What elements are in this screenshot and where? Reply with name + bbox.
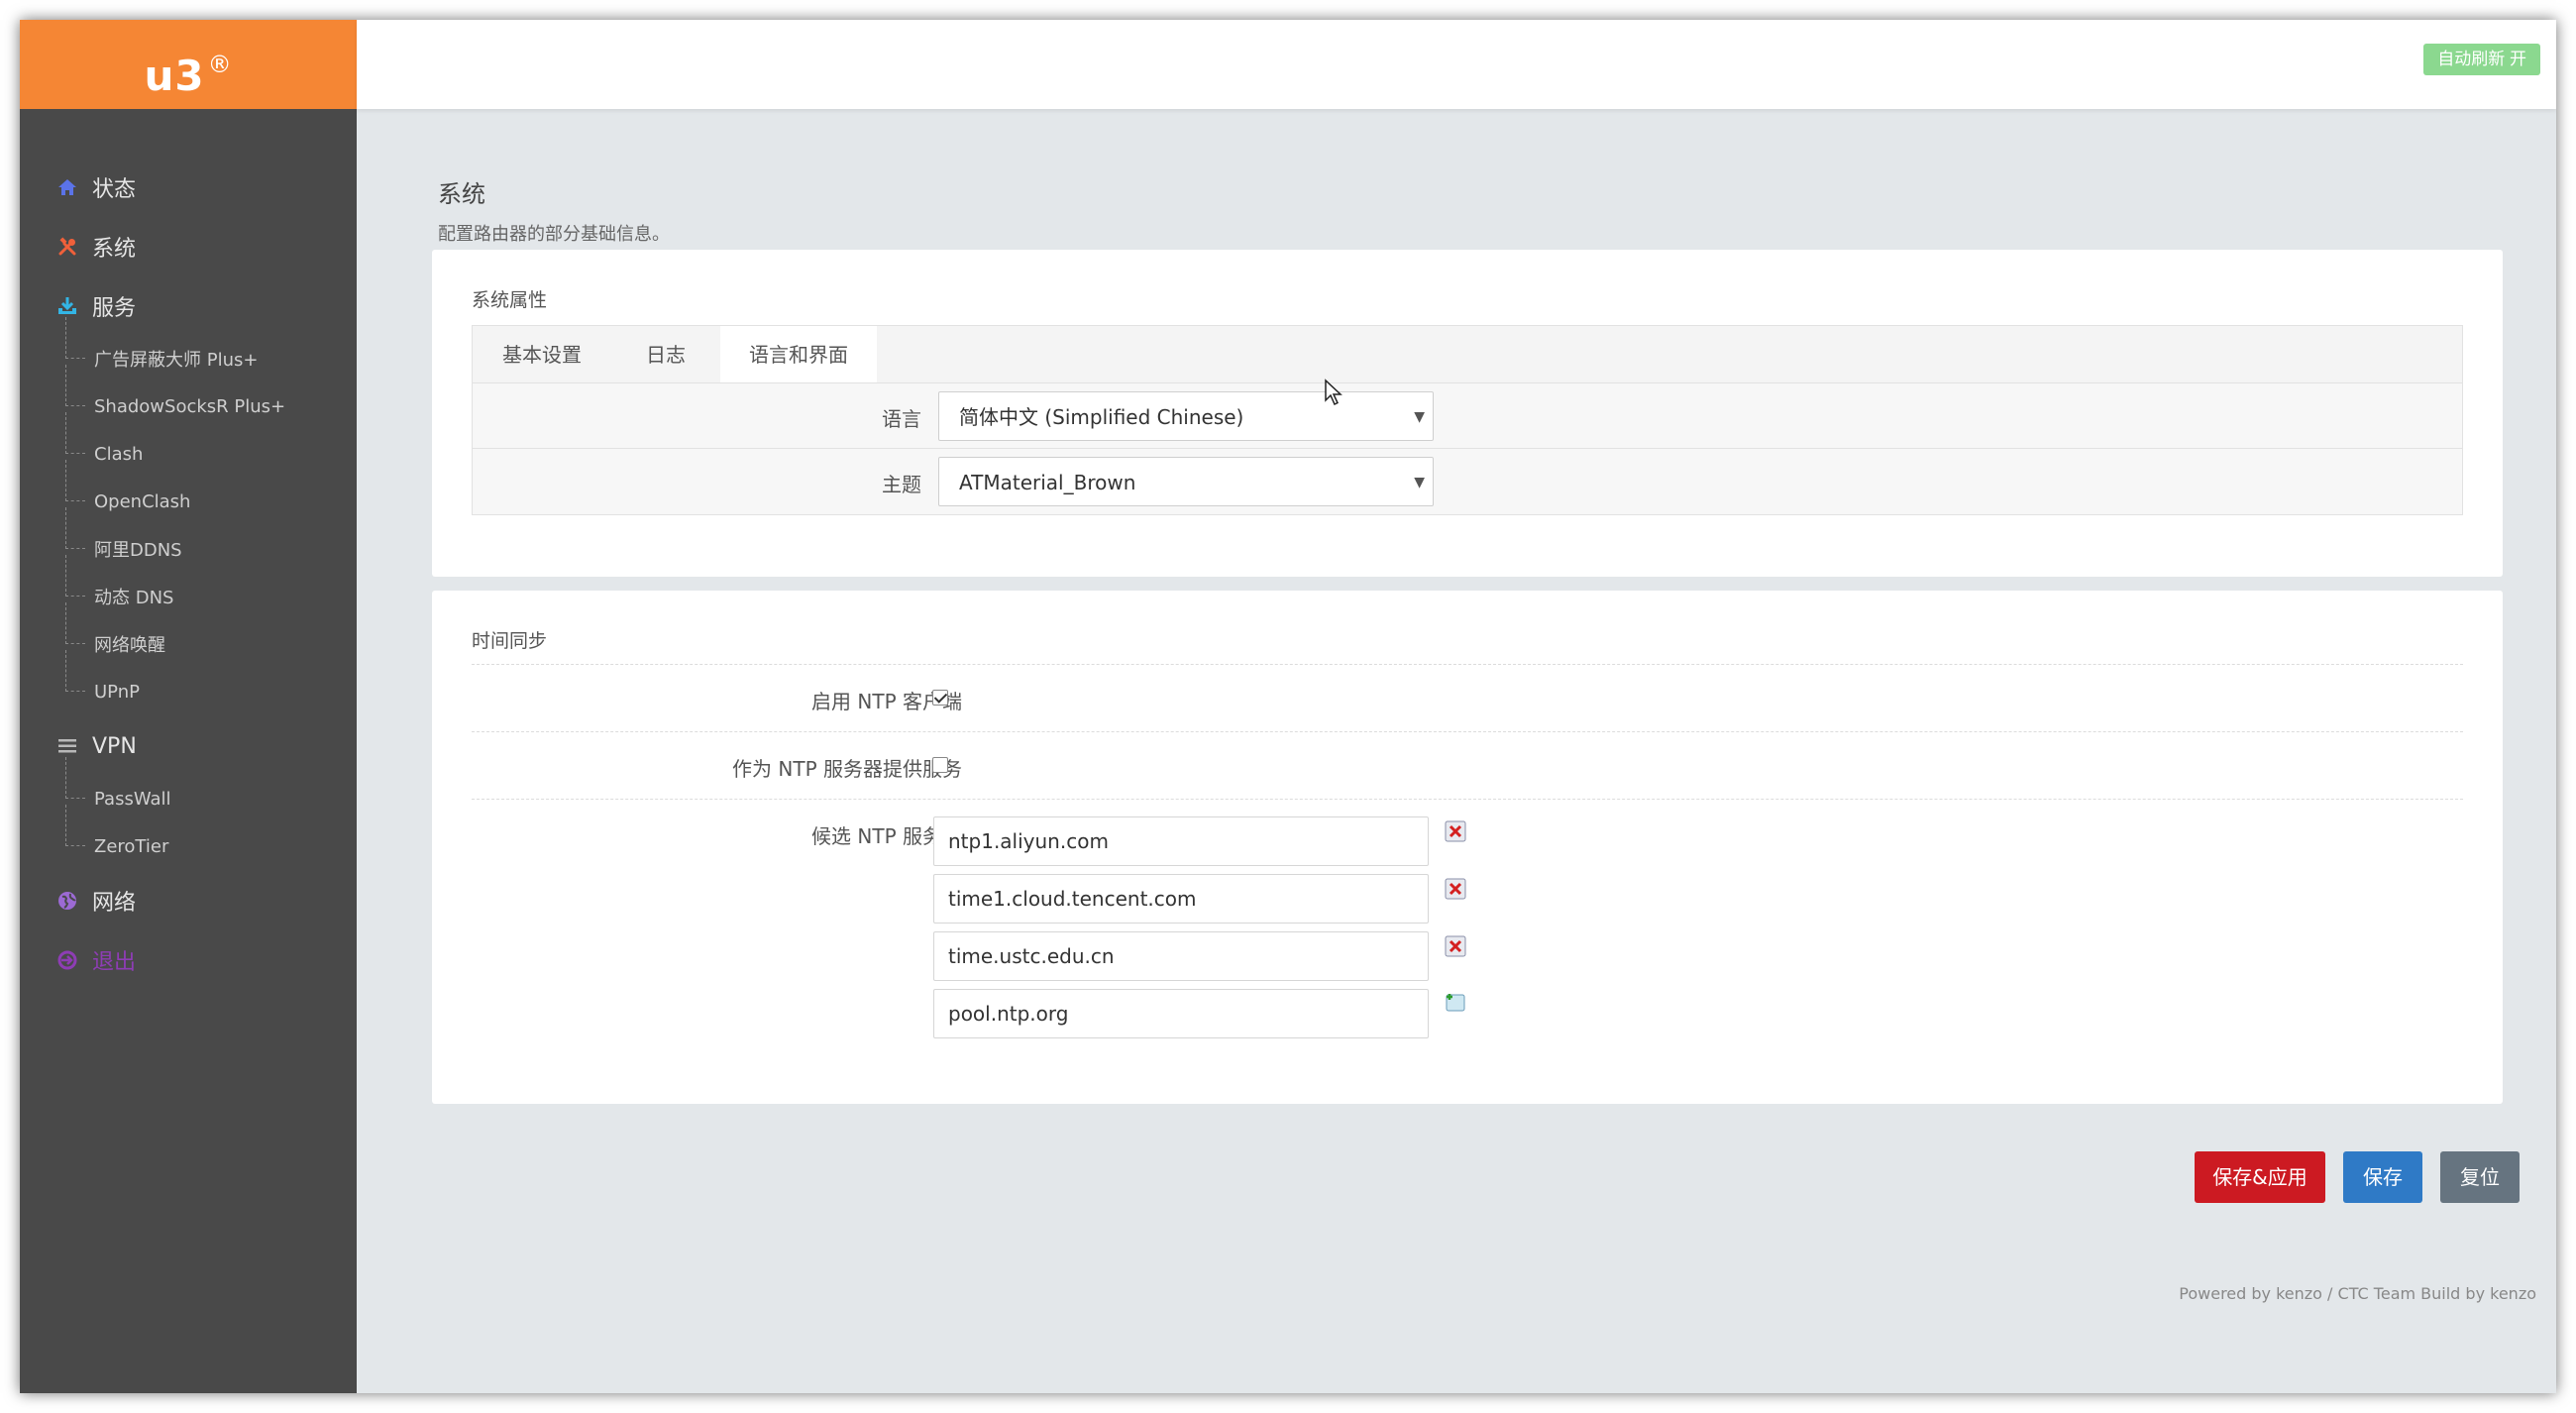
- sidebar-item-label: 系统: [92, 237, 137, 262]
- reset-button[interactable]: 复位: [2440, 1151, 2520, 1203]
- top-bar: 自动刷新 开: [357, 20, 2556, 109]
- tree-line: [65, 412, 85, 454]
- sidebar-subitem-label: ZeroTier: [94, 835, 169, 857]
- theme-row: 主题 ATMaterial_Brown ▼: [472, 448, 2463, 515]
- tab-basic-settings[interactable]: 基本设置: [473, 326, 611, 383]
- sidebar-item-label: 退出: [92, 950, 137, 975]
- divider: [472, 664, 2463, 665]
- language-row: 语言 简体中文 (Simplified Chinese) ▼: [472, 382, 2463, 449]
- add-icon[interactable]: [1445, 991, 1466, 1013]
- tree-line: [65, 805, 85, 846]
- page-description: 配置路由器的部分基础信息。: [438, 224, 670, 245]
- sidebar-item-system[interactable]: 系统: [20, 224, 357, 270]
- footer-credits: Powered by kenzo / CTC Team Build by ken…: [2179, 1284, 2536, 1303]
- time-sync-legend: 时间同步: [472, 630, 548, 652]
- remove-icon[interactable]: [1445, 878, 1466, 900]
- sidebar-subitem-label: ShadowSocksR Plus+: [94, 395, 286, 417]
- sidebar-subitem-label: 阿里DDNS: [94, 540, 182, 561]
- list-icon: [58, 739, 76, 753]
- main-content: 系统 配置路由器的部分基础信息。 系统属性 基本设置 日志 语言和界面 语言 简…: [357, 109, 2556, 1393]
- chevron-down-icon: ▼: [1414, 475, 1425, 490]
- sidebar-subitem-upnp[interactable]: UPnP: [20, 650, 357, 711]
- tools-icon: [58, 237, 76, 256]
- theme-selected-value: ATMaterial_Brown: [959, 471, 1136, 494]
- sidebar-subitem-label: OpenClash: [94, 490, 191, 512]
- remove-icon[interactable]: [1445, 820, 1466, 842]
- divider: [472, 799, 2463, 800]
- sidebar-subitem-label: UPnP: [94, 681, 140, 703]
- theme-label: 主题: [882, 473, 921, 496]
- tree-line: [65, 507, 85, 549]
- sidebar-subitem-label: 广告屏蔽大师 Plus+: [94, 350, 259, 371]
- system-properties-panel: 系统属性 基本设置 日志 语言和界面 语言 简体中文 (Simplified C…: [432, 250, 2503, 577]
- tree-line: [65, 317, 85, 359]
- sidebar-item-network[interactable]: 网络: [20, 878, 357, 924]
- sidebar-item-status[interactable]: 状态: [20, 164, 357, 210]
- save-button[interactable]: 保存: [2343, 1151, 2422, 1203]
- mouse-cursor-icon: [1325, 379, 1342, 406]
- ntp-server-input[interactable]: [933, 874, 1429, 924]
- theme-select[interactable]: ATMaterial_Brown ▼: [938, 457, 1434, 506]
- sidebar-subitem-zerotier[interactable]: ZeroTier: [20, 805, 357, 866]
- browser-window: u3 ® 状态 系统 服务 广告屏蔽大师 Plus+ ShadowSocksR …: [20, 20, 2556, 1393]
- page-title: 系统: [438, 180, 485, 208]
- divider: [472, 731, 2463, 732]
- language-select[interactable]: 简体中文 (Simplified Chinese) ▼: [938, 391, 1434, 441]
- ntp-client-checkbox[interactable]: [932, 690, 948, 706]
- language-selected-value: 简体中文 (Simplified Chinese): [959, 405, 1244, 429]
- tab-logging[interactable]: 日志: [611, 326, 720, 383]
- download-icon: [58, 297, 76, 314]
- brand-logo[interactable]: u3 ®: [20, 20, 357, 109]
- ntp-server-input[interactable]: [933, 989, 1429, 1038]
- globe-icon: [58, 892, 76, 910]
- ntp-server-checkbox[interactable]: [932, 757, 948, 773]
- tree-line: [65, 602, 85, 644]
- tree-line: [65, 757, 85, 799]
- sidebar-item-logout[interactable]: 退出: [20, 937, 357, 983]
- sidebar: u3 ® 状态 系统 服务 广告屏蔽大师 Plus+ ShadowSocksR …: [20, 20, 357, 1393]
- logout-icon: [57, 950, 77, 970]
- chevron-down-icon: ▼: [1414, 409, 1425, 425]
- sidebar-subitem-label: Clash: [94, 443, 144, 465]
- tree-line: [65, 365, 85, 406]
- home-icon: [58, 179, 76, 195]
- sidebar-item-label: VPN: [92, 733, 137, 759]
- ntp-server-label: 作为 NTP 服务器提供服务: [732, 757, 962, 781]
- tab-bar: 基本设置 日志 语言和界面: [472, 325, 2463, 383]
- tree-line: [65, 555, 85, 597]
- sidebar-subitem-label: 动态 DNS: [94, 588, 174, 608]
- sidebar-item-label: 状态: [92, 177, 137, 202]
- brand-name: u3: [144, 52, 205, 100]
- registered-mark: ®: [207, 51, 233, 78]
- tab-language-ui[interactable]: 语言和界面: [720, 326, 877, 383]
- sidebar-subitem-label: 网络唤醒: [94, 635, 165, 656]
- ntp-server-input[interactable]: [933, 816, 1429, 866]
- system-properties-legend: 系统属性: [472, 289, 548, 311]
- save-apply-button[interactable]: 保存&应用: [2195, 1151, 2325, 1203]
- remove-icon[interactable]: [1445, 935, 1466, 957]
- ntp-server-input[interactable]: [933, 931, 1429, 981]
- sidebar-item-label: 网络: [92, 891, 137, 916]
- sidebar-subitem-label: PassWall: [94, 788, 171, 810]
- tree-line: [65, 460, 85, 501]
- sidebar-item-label: 服务: [92, 296, 137, 321]
- auto-refresh-toggle[interactable]: 自动刷新 开: [2423, 44, 2540, 75]
- time-sync-panel: 时间同步 启用 NTP 客户端 作为 NTP 服务器提供服务 候选 NTP 服务…: [432, 591, 2503, 1104]
- tree-line: [65, 650, 85, 692]
- language-label: 语言: [882, 407, 921, 431]
